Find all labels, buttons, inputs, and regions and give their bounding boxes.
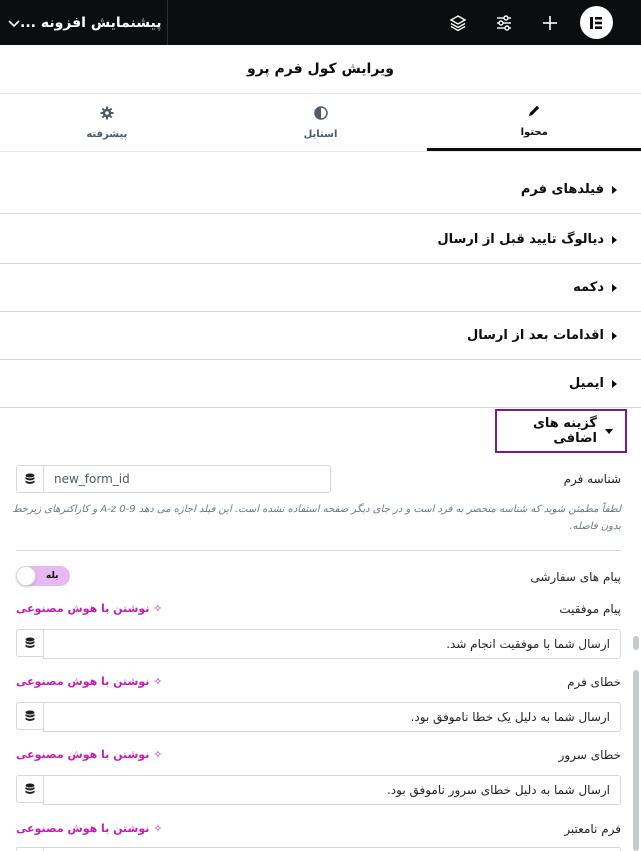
database-icon [25, 634, 35, 653]
pencil-icon [527, 104, 541, 121]
tab-advanced-label: پیشرفته [86, 128, 128, 140]
panel-tabs: پیشرفته استایل محتوا [0, 94, 641, 152]
dynamic-tags-button[interactable] [16, 702, 44, 730]
preview-dropdown[interactable]: پیشنمایش افزونه ... [0, 0, 168, 45]
database-icon [25, 707, 35, 726]
database-icon [25, 780, 35, 799]
section-after-submit[interactable]: اقدامات بعد از ارسال [0, 312, 641, 360]
form-error-label: خطای فرم [567, 675, 621, 689]
dynamic-tags-button[interactable] [16, 847, 44, 851]
success-message-input[interactable]: ارسال شما با موفقیت انجام شد. [43, 629, 621, 659]
layers-icon[interactable] [435, 0, 481, 45]
scrollbar-thumb[interactable] [633, 670, 639, 851]
top-bar: پیشنمایش افزونه ... [0, 0, 641, 45]
panel-title: ویرایش کول فرم پرو [247, 61, 395, 77]
caret-down-icon [605, 428, 613, 434]
tab-content[interactable]: محتوا [427, 94, 641, 151]
server-error-label: خطای سرور [558, 748, 621, 762]
custom-messages-label: پیام های سفارشی [530, 570, 621, 584]
form-id-input[interactable]: new_form_id [43, 465, 331, 493]
section-button[interactable]: دکمه [0, 264, 641, 312]
section-label: اقدامات بعد از ارسال [466, 328, 604, 343]
dynamic-tags-button[interactable] [16, 629, 44, 657]
plus-icon[interactable] [527, 0, 573, 45]
divider [16, 550, 621, 551]
dynamic-tags-button[interactable] [16, 775, 44, 803]
ai-write-link[interactable]: ✧ نوشتن با هوش مصنوعی [16, 675, 162, 688]
preview-title: پیشنمایش افزونه ... [20, 14, 162, 31]
toggle-label: بله [46, 571, 59, 581]
tab-advanced[interactable]: پیشرفته [0, 94, 214, 151]
invalid-form-input[interactable] [43, 847, 621, 851]
caret-right-icon [612, 283, 617, 292]
gear-icon [100, 106, 114, 123]
form-id-help-text: لطفاً مطمئن شوید که شناسه منحصر به فرد ا… [12, 504, 621, 532]
ai-write-link[interactable]: ✧ نوشتن با هوش مصنوعی [16, 748, 162, 761]
elementor-logo-icon[interactable] [573, 0, 619, 45]
custom-messages-toggle[interactable]: بله [16, 566, 70, 586]
section-additional-options[interactable]: گزینه های اضافی [495, 409, 627, 453]
section-label: دیالوگ تایید قبل از ارسال [437, 232, 604, 247]
ai-write-link[interactable]: ✧ نوشتن با هوش مصنوعی [16, 602, 162, 615]
form-id-label: شناسه فرم [563, 472, 621, 486]
section-confirm-dialog[interactable]: دیالوگ تایید قبل از ارسال [0, 216, 641, 264]
scrollbar-thumb-small[interactable] [633, 636, 639, 650]
section-label: گزینه های اضافی [532, 416, 597, 446]
invalid-form-label: فرم نامعتبر [564, 822, 621, 836]
sliders-icon[interactable] [481, 0, 527, 45]
tab-style[interactable]: استایل [214, 94, 428, 151]
server-error-input[interactable]: ارسال شما به دلیل خطای سرور ناموفق بود. [43, 775, 621, 805]
tab-style-label: استایل [303, 128, 338, 140]
section-email[interactable]: ایمیل [0, 360, 641, 408]
caret-right-icon [612, 235, 617, 244]
section-label: ایمیل [569, 376, 604, 391]
form-error-input[interactable]: ارسال شما به دلیل یک خطا ناموفق بود. [43, 702, 621, 732]
caret-right-icon [612, 379, 617, 388]
success-message-label: پیام موفقیت [559, 602, 621, 616]
database-icon [25, 470, 35, 489]
dynamic-tags-button[interactable] [16, 465, 44, 493]
contrast-icon [313, 105, 328, 123]
caret-right-icon [612, 331, 617, 340]
toggle-knob [16, 566, 36, 586]
section-form-fields[interactable]: فیلدهای فرم [0, 166, 641, 214]
tab-content-label: محتوا [520, 127, 548, 138]
section-label: دکمه [573, 280, 604, 295]
caret-right-icon [612, 185, 617, 194]
panel-header: ویرایش کول فرم پرو [0, 45, 641, 94]
chevron-down-icon [8, 13, 20, 32]
section-label: فیلدهای فرم [520, 182, 604, 197]
ai-write-link[interactable]: ✧ نوشتن با هوش مصنوعی [16, 822, 162, 835]
